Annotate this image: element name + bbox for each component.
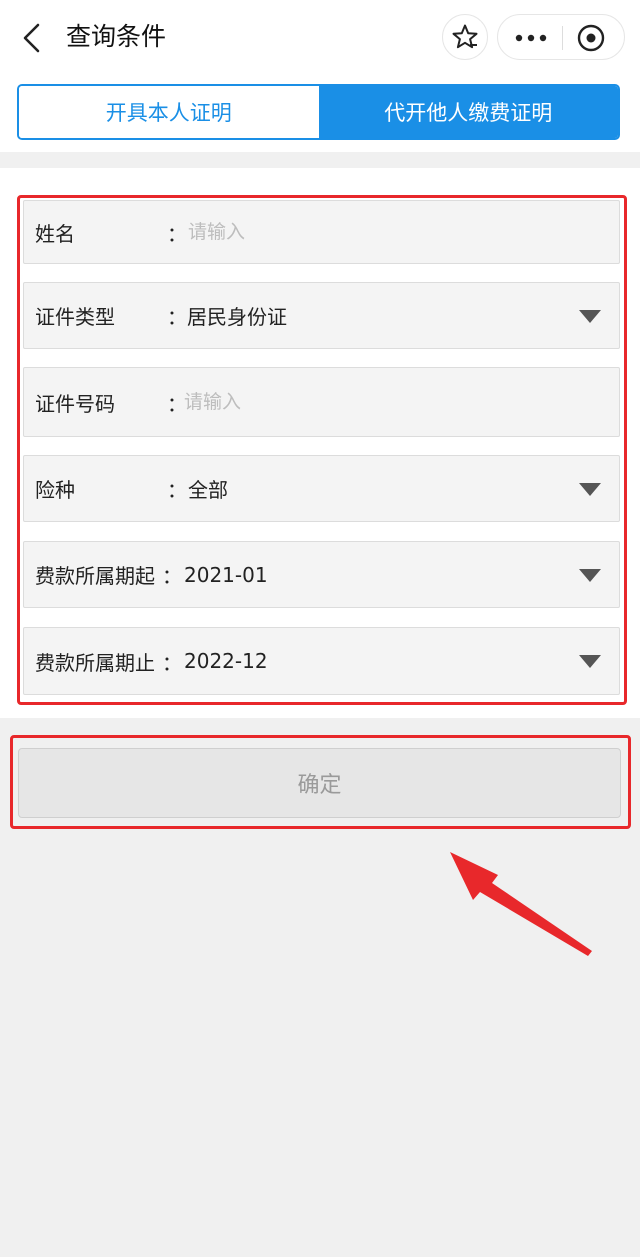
tab-others-payment-certificate[interactable]: 代开他人缴费证明 (318, 86, 618, 138)
tab-label: 代开他人缴费证明 (384, 101, 553, 125)
tab-label: 开具本人证明 (105, 101, 232, 125)
star-icon (452, 24, 478, 49)
close-target-icon[interactable] (576, 23, 606, 53)
favorite-button[interactable] (442, 14, 488, 60)
button-highlight-box (10, 735, 631, 829)
navigation-bar: 查询条件 (0, 0, 640, 80)
form-highlight-box (17, 195, 627, 705)
tab-self-certificate[interactable]: 开具本人证明 (19, 86, 319, 138)
back-icon[interactable] (18, 22, 46, 54)
more-icon[interactable] (514, 27, 548, 49)
capsule-divider (562, 26, 563, 50)
certificate-type-tabs: 开具本人证明 代开他人缴费证明 (17, 84, 620, 140)
page-title: 查询条件 (66, 22, 167, 51)
annotation-arrow-icon (450, 852, 592, 956)
mini-program-capsule (497, 14, 625, 60)
